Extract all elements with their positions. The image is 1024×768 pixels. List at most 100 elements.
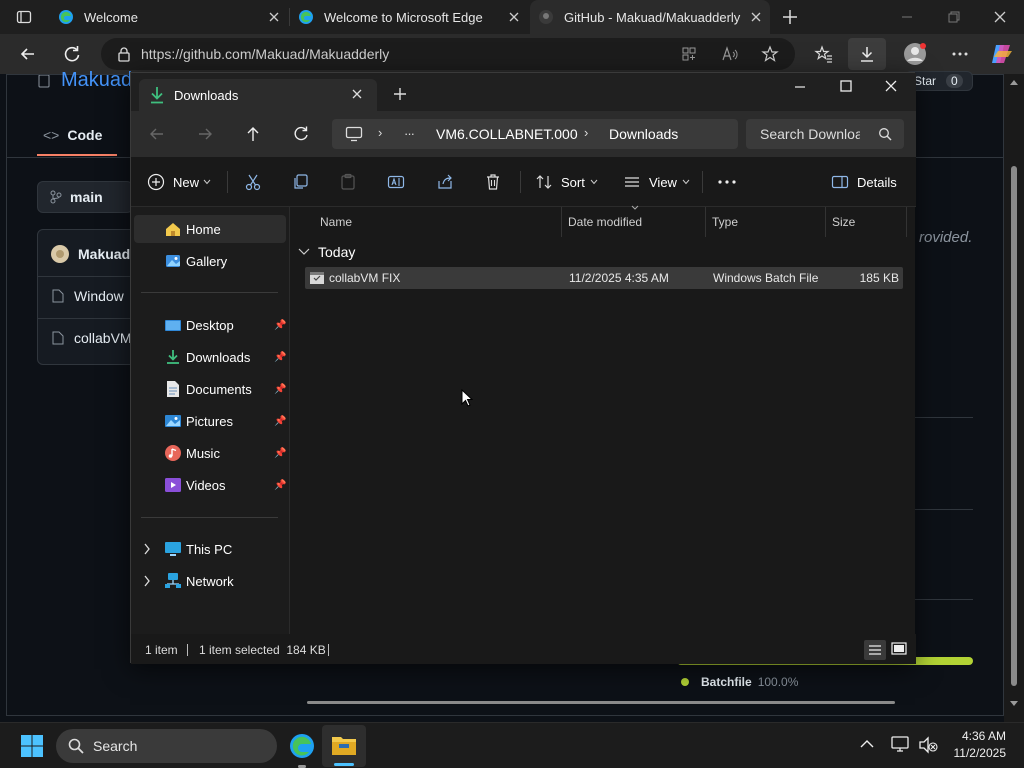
back-icon[interactable] (148, 125, 166, 143)
breadcrumb-chevron-icon[interactable]: › (378, 125, 382, 140)
nav-item-downloads[interactable]: Downloads 📌 (134, 343, 286, 371)
restore-icon[interactable] (947, 10, 961, 24)
delete-icon[interactable] (484, 173, 502, 191)
breadcrumb-overflow[interactable]: ··· (404, 126, 415, 141)
scroll-down-icon[interactable] (1009, 700, 1019, 708)
address-breadcrumb[interactable]: › ··· VM6.COLLABNET.000 › Downloads (332, 119, 738, 149)
search-icon[interactable] (878, 127, 892, 141)
start-windows-icon[interactable] (20, 734, 44, 758)
rename-icon[interactable] (387, 173, 405, 191)
column-header-date[interactable]: Date modified (568, 207, 706, 237)
downloads-button[interactable] (848, 38, 886, 70)
pin-icon[interactable]: 📌 (274, 416, 286, 427)
pin-icon[interactable]: 📌 (274, 320, 286, 331)
scroll-up-icon[interactable] (1009, 78, 1019, 86)
cut-icon[interactable] (244, 173, 262, 191)
column-header-size[interactable]: Size (832, 207, 907, 237)
nav-item-home[interactable]: Home (134, 215, 286, 243)
expand-chevron-icon[interactable] (143, 575, 151, 587)
close-window-icon[interactable] (884, 79, 898, 93)
monitor-icon[interactable] (345, 126, 363, 142)
nav-item-videos[interactable]: Videos 📌 (134, 471, 286, 499)
refresh-icon[interactable] (62, 44, 82, 64)
code-tab[interactable]: <> Code (43, 123, 102, 147)
settings-more-icon[interactable] (951, 44, 969, 64)
maximize-icon[interactable] (839, 79, 853, 93)
favorite-star-icon[interactable] (761, 45, 779, 63)
group-header-today[interactable]: Today (298, 242, 355, 262)
display-icon[interactable] (891, 735, 911, 753)
minimize-icon[interactable] (900, 10, 914, 24)
taskbar-search[interactable]: Search (56, 729, 277, 763)
column-header-name[interactable]: Name (320, 207, 562, 237)
page-scrollbar[interactable] (1004, 74, 1024, 722)
breadcrumb-downloads[interactable]: Downloads (609, 126, 678, 142)
details-view-icon[interactable] (864, 640, 886, 660)
pin-icon[interactable]: 📌 (274, 384, 286, 395)
breadcrumb-chevron-icon[interactable]: › (584, 125, 588, 140)
close-window-icon[interactable] (993, 10, 1007, 24)
nav-item-music[interactable]: Music 📌 (134, 439, 286, 467)
file-row[interactable]: collabVM (52, 330, 132, 346)
tab-welcome[interactable]: Welcome (50, 0, 286, 34)
profile-avatar[interactable] (903, 42, 927, 66)
column-header-type[interactable]: Type (712, 207, 826, 237)
copy-icon[interactable] (292, 173, 310, 191)
pin-icon[interactable]: 📌 (274, 448, 286, 459)
view-button[interactable]: View (623, 157, 690, 207)
see-more-icon[interactable] (717, 173, 737, 191)
search-box[interactable]: Search Downloads (746, 119, 904, 149)
chevron-up-icon[interactable] (860, 739, 874, 749)
breadcrumb-machine[interactable]: VM6.COLLABNET.000 (436, 126, 578, 142)
lock-icon[interactable] (117, 46, 131, 62)
pin-icon[interactable]: 📌 (274, 352, 286, 363)
file-row[interactable]: Window (52, 288, 124, 304)
expand-chevron-icon[interactable] (143, 543, 151, 555)
clock-date[interactable]: 11/2/2025 (946, 746, 1007, 760)
new-tab-icon[interactable] (393, 87, 407, 101)
app-available-icon[interactable] (681, 46, 697, 62)
new-tab-icon[interactable] (781, 8, 799, 26)
read-aloud-icon[interactable] (721, 46, 739, 62)
commit-author[interactable]: Makuad (78, 246, 130, 262)
pin-icon[interactable]: 📌 (274, 480, 286, 491)
close-icon[interactable] (748, 9, 764, 25)
share-icon[interactable] (436, 173, 454, 191)
nav-item-pictures[interactable]: Pictures 📌 (134, 407, 286, 435)
minimize-icon[interactable] (793, 80, 807, 94)
favorites-icon[interactable] (814, 44, 834, 64)
address-bar[interactable]: https://github.com/Makuad/Makuadderly (101, 38, 795, 70)
nav-item-network[interactable]: Network (134, 567, 286, 595)
close-icon[interactable] (506, 9, 522, 25)
language-legend[interactable]: Batchfile 100.0% (681, 675, 798, 689)
details-button[interactable]: Details (831, 157, 897, 207)
tab-actions-icon[interactable] (16, 9, 32, 25)
horizontal-scrollbar[interactable] (307, 701, 895, 704)
sort-button[interactable]: Sort (535, 157, 598, 207)
volume-muted-icon[interactable] (918, 736, 938, 754)
tab-welcome-edge[interactable]: Welcome to Microsoft Edge (290, 0, 526, 34)
tab-github[interactable]: GitHub - Makuad/Makuadderly (530, 0, 770, 34)
nav-item-desktop[interactable]: Desktop 📌 (134, 311, 286, 339)
repo-title[interactable]: Makuad (61, 69, 132, 92)
close-tab-icon[interactable] (350, 87, 364, 101)
clock-time[interactable]: 4:36 AM (956, 729, 1006, 743)
edge-taskbar-icon[interactable] (288, 732, 316, 760)
explorer-tab-downloads[interactable]: Downloads (139, 79, 377, 111)
file-row[interactable]: collabVM FIX 11/2/2025 4:35 AM Windows B… (305, 267, 903, 289)
file-explorer-taskbar-button[interactable] (322, 725, 366, 767)
refresh-icon[interactable] (292, 125, 310, 143)
nav-item-documents[interactable]: Documents 📌 (134, 375, 286, 403)
nav-item-this-pc[interactable]: This PC (134, 535, 286, 563)
nav-item-gallery[interactable]: Gallery (134, 247, 286, 275)
up-icon[interactable] (244, 125, 262, 143)
scrollbar-thumb[interactable] (1011, 166, 1017, 686)
new-button[interactable]: New (147, 157, 211, 207)
close-icon[interactable] (266, 9, 282, 25)
paste-icon[interactable] (339, 173, 357, 191)
large-icons-view-icon[interactable] (889, 640, 909, 660)
forward-icon[interactable] (196, 125, 214, 143)
copilot-icon[interactable] (990, 42, 1014, 66)
back-icon[interactable] (18, 44, 38, 64)
branch-selector[interactable]: main (37, 181, 133, 213)
